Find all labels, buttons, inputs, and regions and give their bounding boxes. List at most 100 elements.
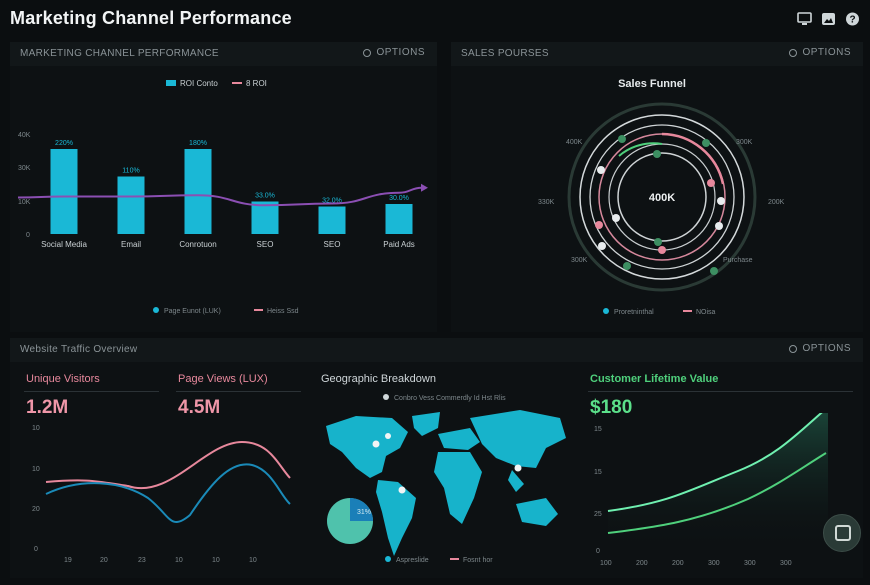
metric-divider <box>176 391 301 392</box>
traffic-panel-title: Website Traffic Overview <box>20 344 138 355</box>
traffic-panel-header: Website Traffic Overview OPTIONS <box>10 338 863 362</box>
x-tick: 300 <box>708 560 720 567</box>
funnel-label: 200K <box>768 199 785 206</box>
bar-data-label: 110% <box>122 168 139 175</box>
channel-chart: ROI Conto 8 ROI 40K 30K 10K 0 220% Social… <box>17 79 428 315</box>
geo-legend-label: Aspreslide <box>396 557 429 564</box>
monitor-icon[interactable] <box>797 12 812 26</box>
bar-data-label: 220% <box>55 140 73 147</box>
unique-visitors-value: 1.2M <box>26 397 69 418</box>
funnel-title: Sales Funnel <box>618 78 686 90</box>
top-bar: Marketing Channel Performance ? <box>0 0 870 40</box>
funnel-label: 400K <box>566 139 583 146</box>
page-views-value: 4.5M <box>178 397 221 418</box>
y-tick: 10 <box>32 425 40 432</box>
channel-panel-header: MARKETING CHANNEL PERFORMANCE OPTIONS <box>10 42 437 66</box>
chat-button[interactable] <box>823 514 861 552</box>
bar-2 <box>184 149 212 234</box>
funnel-label: Purchase <box>723 257 753 264</box>
bottom-legend-label: Heiss Ssd <box>267 308 299 315</box>
funnel-center-label: 400K <box>649 192 675 204</box>
funnel-legend-label: NOisa <box>696 309 716 316</box>
ltv-area <box>608 413 828 551</box>
sales-options-button[interactable]: OPTIONS <box>789 47 851 58</box>
ltv-chart: 15 15 25 0 100 200 200 300 300 300 <box>594 413 828 567</box>
bottom-legend-label: Page Eunot (LUK) <box>164 308 221 315</box>
image-icon[interactable] <box>821 12 836 26</box>
y-tick: 15 <box>594 469 602 476</box>
options-icon <box>789 48 798 57</box>
x-tick: 20 <box>100 557 108 564</box>
geo-title: Geographic Breakdown <box>321 373 436 385</box>
geo-legend-dot <box>383 394 389 400</box>
ltv-title: Customer Lifetime Value <box>590 373 719 385</box>
roi-line <box>17 186 423 207</box>
y-tick: 40K <box>18 132 31 139</box>
options-label: OPTIONS <box>376 47 425 58</box>
channel-options-button[interactable]: OPTIONS <box>363 47 425 58</box>
options-label: OPTIONS <box>802 47 851 58</box>
geo-map: Conbro Vess Commerdly Id Hst Rlis 31% As… <box>326 394 566 564</box>
y-tick: 0 <box>596 548 600 555</box>
options-label: OPTIONS <box>802 343 851 354</box>
x-tick-label: Paid Ads <box>383 240 415 249</box>
y-tick: 20 <box>32 506 40 513</box>
sales-panel-header: SALES POURSES OPTIONS <box>451 42 863 66</box>
x-tick-label: SEO <box>257 240 274 249</box>
geo-legend-dot <box>385 556 391 562</box>
funnel-legend-dot <box>603 308 609 314</box>
legend-swatch-roi <box>166 80 176 86</box>
y-tick: 25 <box>594 511 602 518</box>
x-tick: 200 <box>672 560 684 567</box>
roi-line-arrow <box>421 183 428 192</box>
channel-panel-title: MARKETING CHANNEL PERFORMANCE <box>20 48 219 59</box>
chat-icon <box>835 525 851 541</box>
geo-pie-label: 31% <box>357 509 371 516</box>
funnel-label: 300K <box>571 257 588 264</box>
x-tick: 300 <box>744 560 756 567</box>
metric-divider <box>24 391 159 392</box>
bar-data-label: 33.0% <box>255 193 275 200</box>
y-tick: 0 <box>34 546 38 553</box>
geo-legend-label: Conbro Vess Commerdly Id Hst Rlis <box>394 395 506 402</box>
unique-visitors-title: Unique Visitors <box>26 373 100 385</box>
sales-panel: SALES POURSES OPTIONS Sales Funnel 400K … <box>451 42 863 332</box>
x-tick-label: SEO <box>324 240 341 249</box>
sales-funnel-chart: Sales Funnel 400K 400K 300K 330K 200K 30… <box>538 78 785 316</box>
bottom-legend-dot <box>153 307 159 313</box>
page-title: Marketing Channel Performance <box>10 8 292 28</box>
help-icon[interactable]: ? <box>845 12 860 26</box>
y-tick: 15 <box>594 426 602 433</box>
bar-data-label: 180% <box>189 140 207 147</box>
metric-divider <box>588 391 853 392</box>
traffic-options-button[interactable]: OPTIONS <box>789 343 851 354</box>
x-tick: 23 <box>138 557 146 564</box>
x-tick-label: Social Media <box>41 240 87 249</box>
x-tick: 19 <box>64 557 72 564</box>
x-tick-label: Conrotuon <box>179 240 216 249</box>
bar-data-label: 30.0% <box>389 195 409 202</box>
funnel-label: 330K <box>538 199 555 206</box>
x-tick: 300 <box>780 560 792 567</box>
options-icon <box>789 344 798 353</box>
x-tick: 10 <box>249 557 257 564</box>
header-icons: ? <box>797 12 860 26</box>
x-tick-label: Email <box>121 240 141 249</box>
legend-label-roi: ROI Conto <box>180 79 218 88</box>
legend-label-8roi: 8 ROI <box>246 79 267 88</box>
funnel-legend-label: Proretninthal <box>614 309 654 316</box>
options-icon <box>363 48 372 57</box>
bar-3 <box>251 201 279 234</box>
bar-1 <box>117 176 145 234</box>
bar-5 <box>385 204 413 234</box>
page-views-line <box>45 463 291 523</box>
sales-panel-title: SALES POURSES <box>461 48 549 59</box>
page-views-title: Page Views (LUX) <box>178 373 268 385</box>
y-tick: 30K <box>18 165 31 172</box>
svg-text:?: ? <box>849 15 855 26</box>
x-tick: 10 <box>175 557 183 564</box>
y-tick: 10K <box>18 199 31 206</box>
bar-4 <box>318 206 346 234</box>
x-tick: 10 <box>212 557 220 564</box>
traffic-chart: 10 10 20 0 19 20 23 10 10 10 <box>32 425 291 564</box>
